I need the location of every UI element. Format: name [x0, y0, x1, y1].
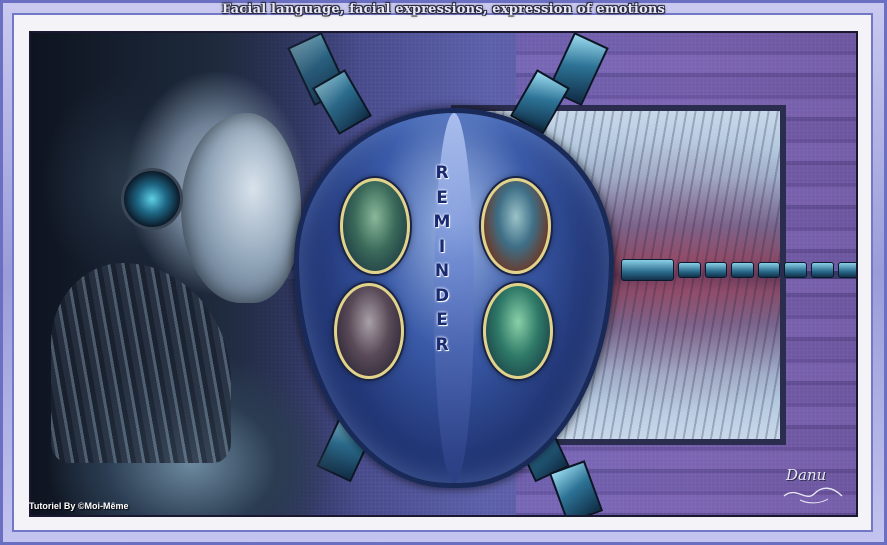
alien-portrait [334, 283, 404, 379]
alien-portrait [340, 178, 410, 274]
reminder-letter: R [435, 163, 449, 183]
chain-link [621, 259, 675, 281]
chain-link [731, 262, 754, 278]
metal-chain [621, 259, 856, 281]
reminder-letter: E [436, 310, 448, 330]
page-title: Facial language, facial expressions, exp… [221, 2, 666, 17]
chain-link [757, 262, 781, 278]
reminder-letter: I [438, 236, 446, 257]
alien-portrait [483, 283, 553, 379]
reminder-word: R E M I N D E R [429, 161, 455, 357]
credit-text: Tutoriel By ©Moi-Même [29, 501, 129, 511]
reminder-letter: E [436, 187, 448, 208]
chain-link [784, 262, 807, 278]
reminder-letter: M [433, 212, 451, 232]
reminder-letter: N [434, 261, 450, 281]
reminder-letter: R [435, 334, 449, 355]
reminder-letter: D [434, 285, 450, 306]
chain-link [810, 262, 834, 278]
artwork-canvas: R E M I N D E R [29, 31, 858, 517]
chain-link [678, 262, 701, 278]
artist-signature: Danu [786, 466, 827, 484]
alien-portrait [481, 178, 551, 274]
chain-link [704, 262, 728, 278]
signature-flourish-icon [783, 487, 843, 504]
cyborg-cables [51, 263, 231, 463]
cyborg-face [181, 113, 301, 303]
chain-link [837, 262, 856, 278]
cyborg-ear-device [121, 168, 183, 230]
